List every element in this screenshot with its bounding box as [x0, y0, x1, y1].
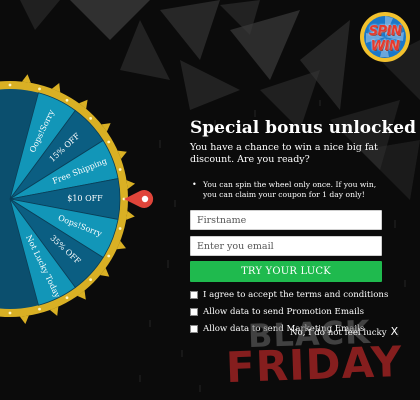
spin-rule-text: You can spin the wheel only once. If you… — [203, 180, 377, 199]
rim-dot — [89, 116, 93, 120]
rim-dot — [65, 296, 69, 300]
rim-spike — [19, 315, 29, 325]
spin-rule: • You can spin the wheel only once. If y… — [192, 180, 388, 200]
try-your-luck-button[interactable]: TRY YOUR LUCK — [190, 261, 382, 282]
decline-link[interactable]: No, I do not feel lucky X — [290, 325, 398, 338]
consent-terms-label: I agree to accept the terms and conditio… — [203, 290, 389, 300]
rim-dot — [107, 254, 111, 258]
wheel-pointer-icon — [124, 189, 154, 209]
rim-dot — [38, 87, 41, 91]
bonus-panel: Special bonus unlocked You have a chance… — [190, 118, 416, 334]
rim-spike — [21, 74, 31, 83]
rim-dot — [38, 307, 41, 311]
email-input[interactable] — [190, 236, 382, 256]
logo-text-spin: SPIN — [368, 24, 402, 39]
rim-spike — [126, 210, 135, 220]
promotion-checkbox[interactable] — [190, 308, 198, 316]
rim-dot — [8, 83, 12, 87]
banner-friday-text: FRIDAY — [225, 336, 404, 393]
rim-dot — [89, 278, 93, 282]
bullet-icon: • — [192, 180, 197, 189]
decline-label: No, I do not feel lucky — [290, 328, 387, 338]
firstname-input[interactable] — [190, 210, 382, 230]
panel-subtitle: You have a chance to win a nice big fat … — [190, 142, 378, 165]
pointer-hub — [141, 195, 149, 203]
marketing-checkbox[interactable] — [190, 325, 198, 333]
rim-dot — [65, 98, 69, 102]
panel-title: Special bonus unlocked — [190, 118, 416, 138]
rim-dot — [8, 311, 12, 315]
rim-dot — [118, 168, 122, 171]
spin-win-logo: SPIN WIN — [358, 10, 412, 64]
logo-text-win: WIN — [370, 39, 400, 54]
rim-dot — [107, 140, 111, 144]
terms-checkbox[interactable] — [190, 291, 198, 299]
rim-spike — [126, 180, 136, 190]
wheel-segment-label: $10 OFF — [67, 194, 103, 203]
popup-stage: Oops!Sorry 15% OFF Free Shipping $10 OFF Oop… — [0, 0, 420, 400]
consent-terms-row[interactable]: I agree to accept the terms and conditio… — [190, 290, 390, 300]
rim-dot — [118, 227, 122, 230]
close-icon[interactable]: X — [391, 325, 399, 338]
